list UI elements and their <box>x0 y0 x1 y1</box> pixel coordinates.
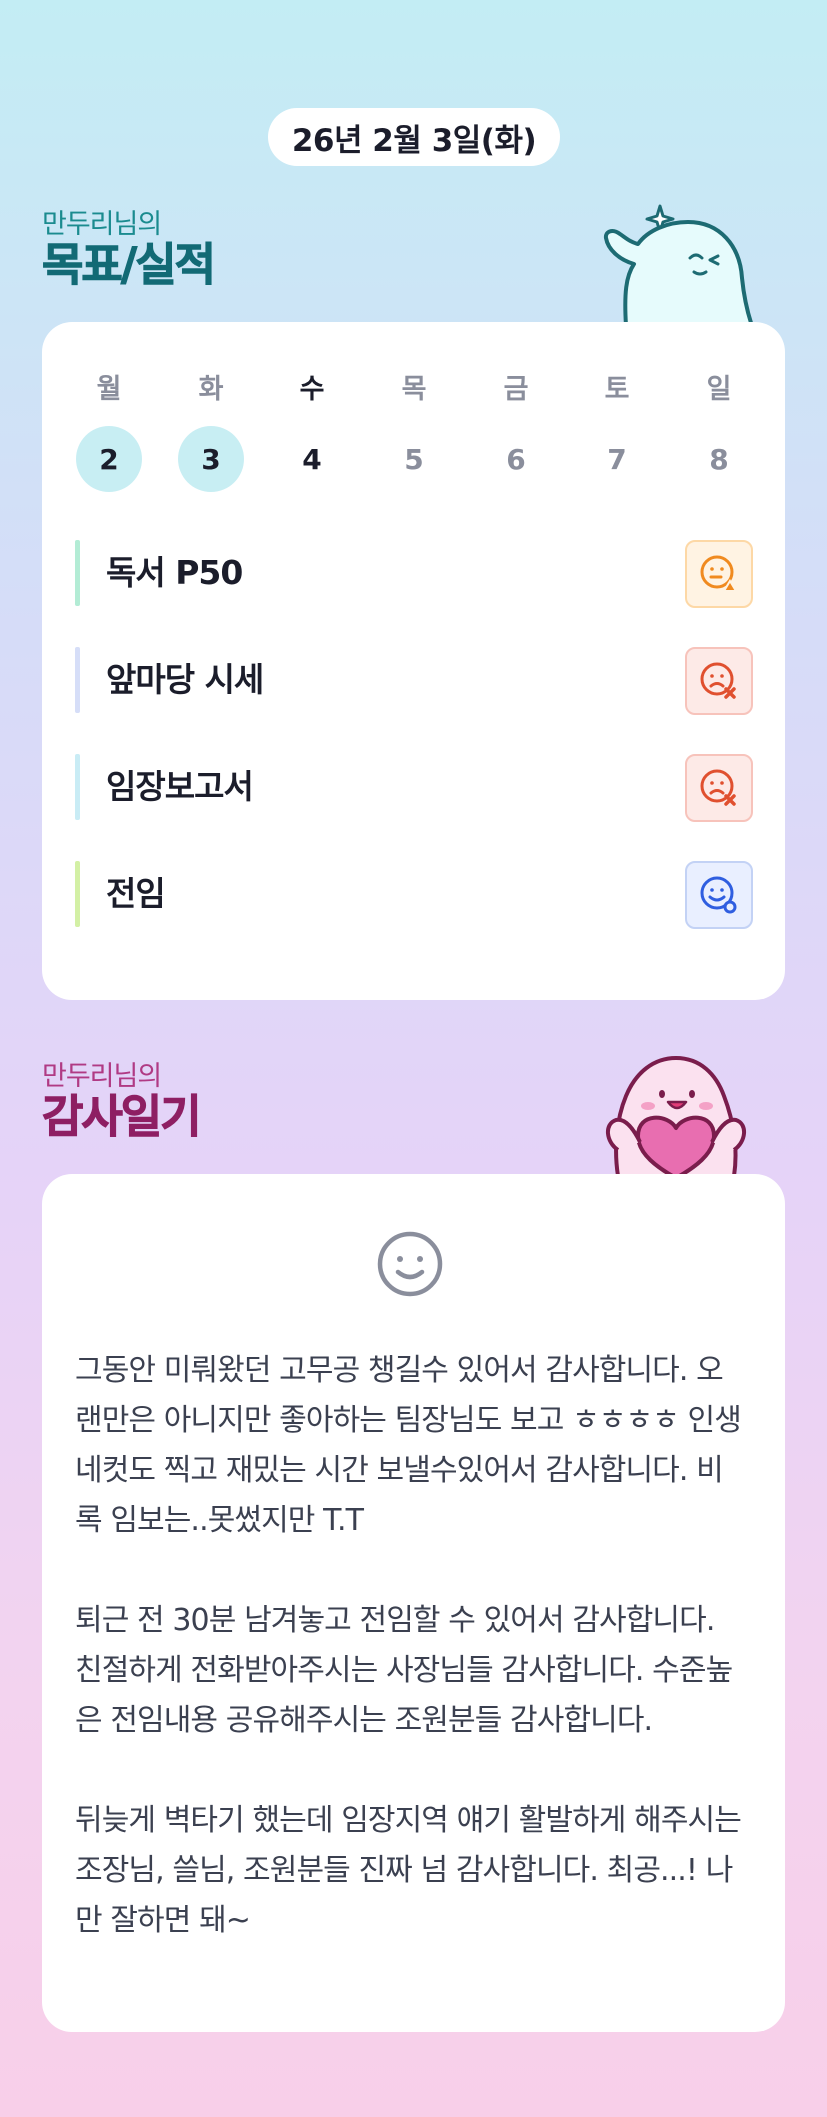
diary-paragraph: 퇴근 전 30분 남겨놓고 전임할 수 있어서 감사합니다. 친절하게 전화받아… <box>75 1603 733 1738</box>
smile-face-icon <box>376 1230 444 1302</box>
mascot-heart-icon <box>596 1050 756 1180</box>
goal-color-bar <box>75 754 80 820</box>
goal-color-bar <box>75 647 80 713</box>
day-wed[interactable]: 수 4 <box>279 374 345 492</box>
day-of-week: 수 <box>299 374 325 405</box>
gratitude-subtitle: 만두리님의 <box>42 1061 162 1092</box>
goal-label: 앞마당 시세 <box>106 660 264 699</box>
day-fri[interactable]: 금 6 <box>483 374 549 492</box>
goals-subtitle: 만두리님의 <box>42 209 162 240</box>
goal-label: 전임 <box>106 874 166 913</box>
day-sat[interactable]: 토 7 <box>584 374 650 492</box>
goal-color-bar <box>75 540 80 606</box>
day-mon[interactable]: 월 2 <box>76 374 142 492</box>
goal-row[interactable]: 독서 P50 <box>75 540 753 608</box>
day-of-week: 토 <box>604 374 630 405</box>
gratitude-section-title: 만두리님의 감사일기 <box>42 1061 203 1143</box>
goal-status-button[interactable] <box>685 647 753 715</box>
day-number: 5 <box>404 442 424 476</box>
goal-row[interactable]: 앞마당 시세 <box>75 647 753 715</box>
date-label: 26년 2월 3일(화) <box>291 122 537 159</box>
goal-label: 임장보고서 <box>106 767 254 806</box>
day-number: 2 <box>76 426 142 492</box>
day-of-week: 일 <box>706 374 732 405</box>
goal-status-button[interactable] <box>685 540 753 608</box>
date-pill[interactable]: 26년 2월 3일(화) <box>268 108 560 166</box>
day-tue[interactable]: 화 3 <box>178 374 244 492</box>
day-number: 3 <box>178 426 244 492</box>
gratitude-diary-text: 그동안 미뤄왔던 고무공 챙길수 있어서 감사합니다. 오랜만은 아니지만 좋아… <box>75 1346 745 1946</box>
goal-color-bar <box>75 861 80 927</box>
goals-title: 목표/실적 <box>41 238 216 291</box>
week-strip: 월 2 화 3 수 4 목 5 금 6 토 7 일 8 <box>76 374 752 492</box>
smile-triangle-icon <box>700 555 738 592</box>
goals-section-title: 만두리님의 목표/실적 <box>41 209 216 291</box>
day-of-week: 목 <box>401 374 427 405</box>
diary-paragraph: 뒤늦게 벽타기 했는데 임장지역 얘기 활발하게 해주시는 조장님, 쓸님, 조… <box>75 1803 742 1938</box>
day-thu[interactable]: 목 5 <box>381 374 447 492</box>
smile-x-icon <box>700 769 736 806</box>
goals-card: 월 2 화 3 수 4 목 5 금 6 토 7 일 8 독서 P50 앞마당 시… <box>42 322 785 1000</box>
smile-circle-icon <box>700 876 737 914</box>
day-sun[interactable]: 일 8 <box>686 374 752 492</box>
smile-x-icon <box>700 662 736 699</box>
diary-paragraph: 그동안 미뤄왔던 고무공 챙길수 있어서 감사합니다. 오랜만은 아니지만 좋아… <box>75 1353 742 1538</box>
day-number: 7 <box>607 442 627 476</box>
goal-status-button[interactable] <box>685 861 753 929</box>
day-of-week: 금 <box>503 374 529 405</box>
goal-row[interactable]: 임장보고서 <box>75 754 753 822</box>
goal-row[interactable]: 전임 <box>75 861 753 929</box>
day-number: 6 <box>506 442 526 476</box>
day-number: 8 <box>709 442 729 476</box>
goal-label: 독서 P50 <box>106 553 243 592</box>
day-of-week: 월 <box>96 374 122 405</box>
day-number: 4 <box>302 442 322 476</box>
goal-status-button[interactable] <box>685 754 753 822</box>
gratitude-title: 감사일기 <box>42 1090 203 1143</box>
mascot-ghost-icon <box>598 198 758 328</box>
day-of-week: 화 <box>198 374 224 405</box>
gratitude-card: 그동안 미뤄왔던 고무공 챙길수 있어서 감사합니다. 오랜만은 아니지만 좋아… <box>42 1174 785 2032</box>
